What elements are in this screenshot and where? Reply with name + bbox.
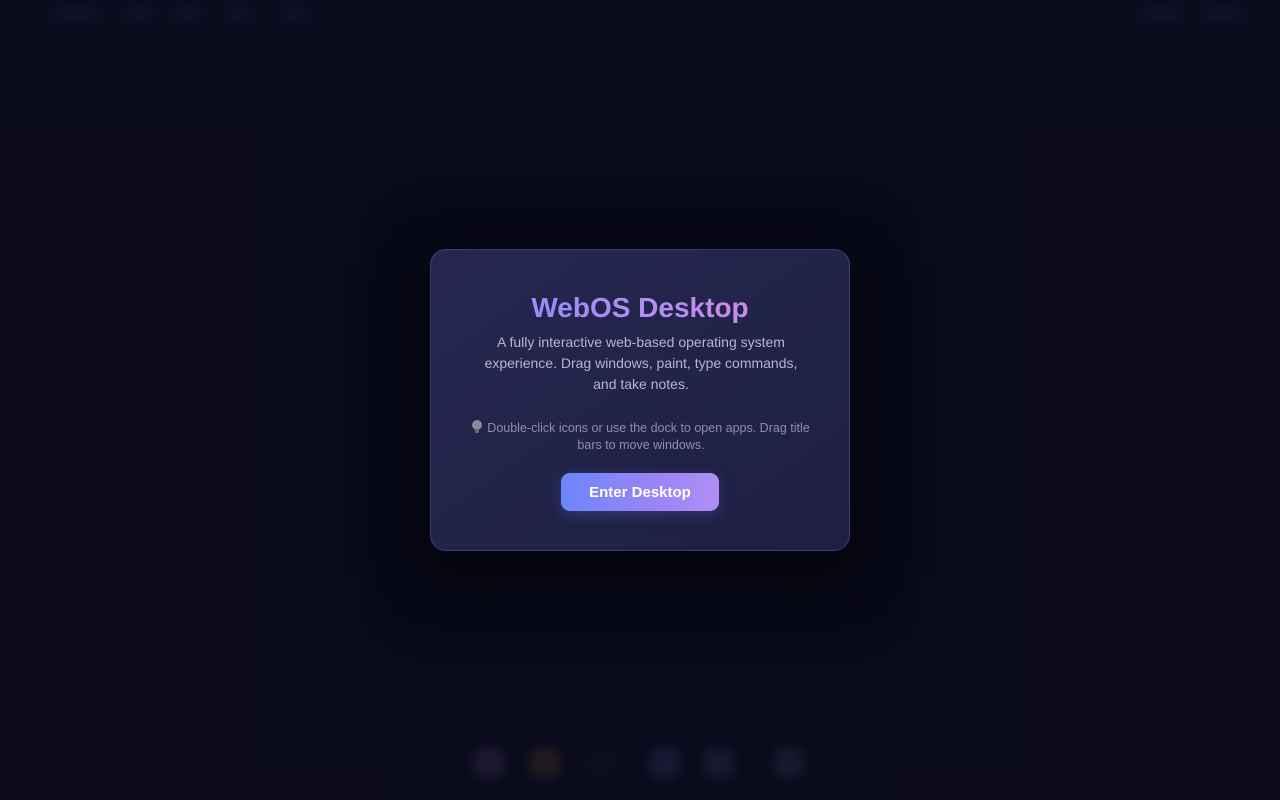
welcome-title: WebOS Desktop (431, 290, 849, 326)
desktop: WebOS Desktop A fully interactive web-ba… (0, 0, 1280, 800)
welcome-dialog: WebOS Desktop A fully interactive web-ba… (430, 249, 850, 551)
welcome-hint: Double-click icons or use the dock to op… (471, 420, 811, 454)
enter-desktop-button[interactable]: Enter Desktop (561, 473, 719, 511)
welcome-hint-text: Double-click icons or use the dock to op… (487, 421, 810, 452)
welcome-description: A fully interactive web-based operating … (484, 334, 798, 392)
lightbulb-icon (472, 420, 483, 434)
